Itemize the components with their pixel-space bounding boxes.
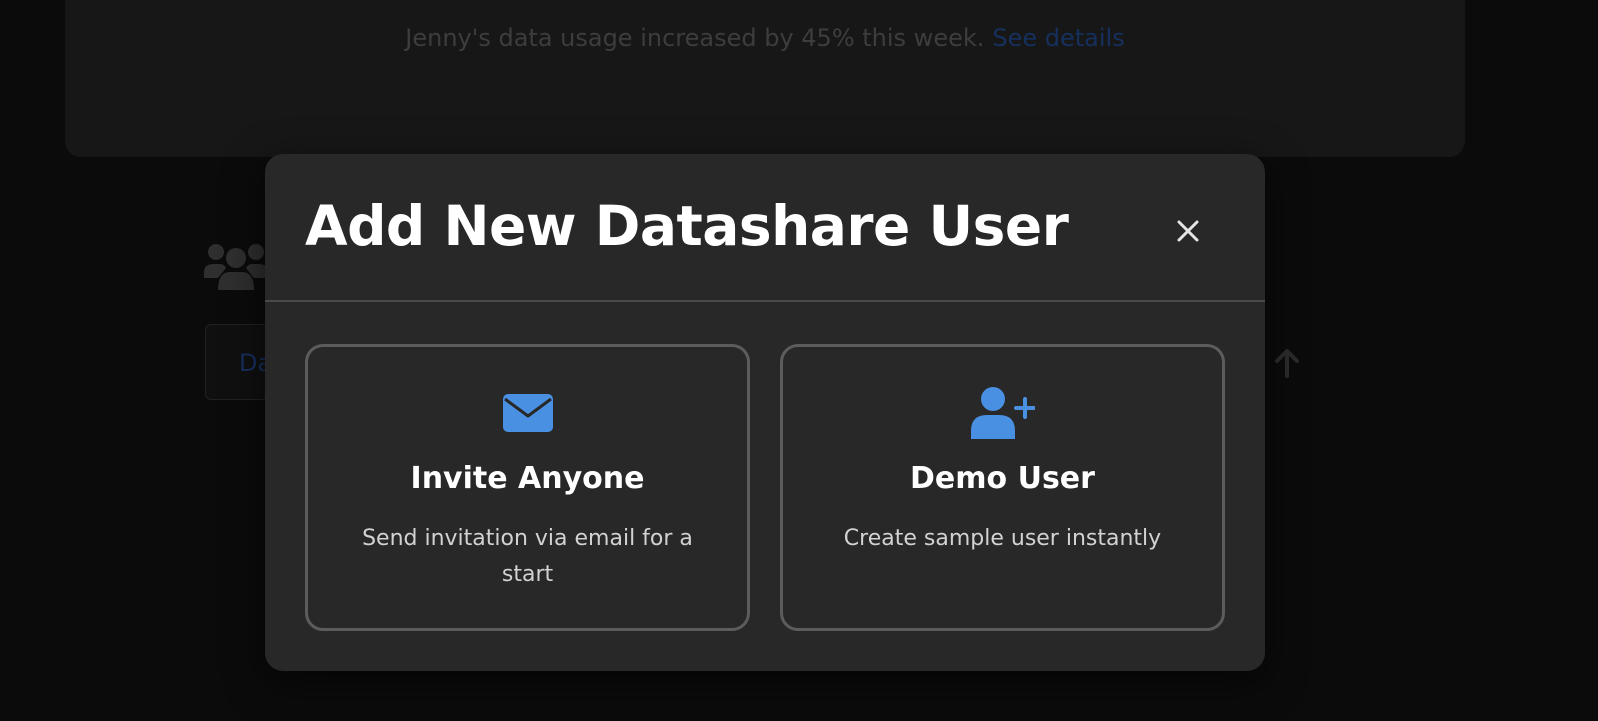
close-icon <box>1177 220 1199 242</box>
demo-user-title: Demo User <box>910 461 1095 496</box>
invite-anyone-option[interactable]: Invite Anyone Send invitation via email … <box>305 344 750 631</box>
invite-anyone-title: Invite Anyone <box>410 461 645 496</box>
see-details-link[interactable]: See details <box>992 24 1124 52</box>
demo-user-option[interactable]: Demo User Create sample user instantly <box>780 344 1225 631</box>
usage-notice-text: Jenny's data usage increased by 45% this… <box>405 24 985 52</box>
user-options: Invite Anyone Send invitation via email … <box>305 344 1225 631</box>
usage-notice: Jenny's data usage increased by 45% this… <box>65 24 1465 52</box>
envelope-icon <box>308 387 747 439</box>
page: Jenny's data usage increased by 45% this… <box>0 0 1598 721</box>
user-plus-icon <box>783 387 1222 439</box>
usage-notice-card: Jenny's data usage increased by 45% this… <box>65 0 1465 157</box>
modal-header: Add New Datashare User <box>265 154 1265 302</box>
arrow-up-icon[interactable] <box>1274 348 1300 382</box>
demo-user-description: Create sample user instantly <box>843 526 1162 551</box>
users-icon <box>204 238 268 294</box>
add-user-modal: Add New Datashare User Invite Anyone Sen… <box>265 154 1265 671</box>
modal-title: Add New Datashare User <box>305 194 1069 258</box>
invite-anyone-description: Send invitation via email for a start <box>362 526 693 587</box>
close-button[interactable] <box>1172 215 1204 247</box>
